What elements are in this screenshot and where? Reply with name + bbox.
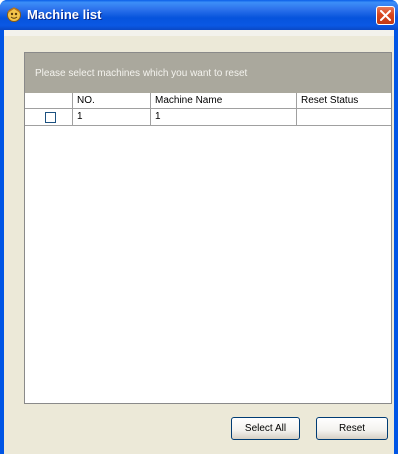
reset-button[interactable]: Reset — [316, 417, 388, 440]
machine-list-window: Machine list Please select machines whic… — [0, 0, 398, 454]
header-no[interactable]: NO. — [73, 93, 151, 108]
close-icon — [380, 10, 391, 21]
grid-header-row: NO. Machine Name Reset Status — [25, 93, 391, 109]
row-no: 1 — [73, 109, 151, 125]
title-bar[interactable]: Machine list — [0, 0, 398, 30]
close-button[interactable] — [376, 6, 395, 25]
row-checkbox[interactable] — [45, 112, 56, 123]
row-machine-name: 1 — [151, 109, 297, 125]
window-title: Machine list — [27, 7, 102, 22]
window-client-area: Please select machines which you want to… — [4, 30, 394, 454]
header-machine-name[interactable]: Machine Name — [151, 93, 297, 108]
table-row[interactable]: 1 1 — [25, 109, 391, 126]
client-top-strip — [4, 30, 394, 36]
header-reset-status[interactable]: Reset Status — [297, 93, 391, 108]
header-select[interactable] — [25, 93, 73, 108]
machine-grid[interactable]: Please select machines which you want to… — [24, 52, 392, 404]
app-icon — [5, 6, 23, 24]
row-reset-status — [297, 109, 391, 125]
grid-caption: Please select machines which you want to… — [35, 68, 248, 79]
select-all-button[interactable]: Select All — [231, 417, 300, 440]
grid-caption-bar: Please select machines which you want to… — [25, 53, 391, 93]
row-select-cell[interactable] — [25, 109, 73, 125]
